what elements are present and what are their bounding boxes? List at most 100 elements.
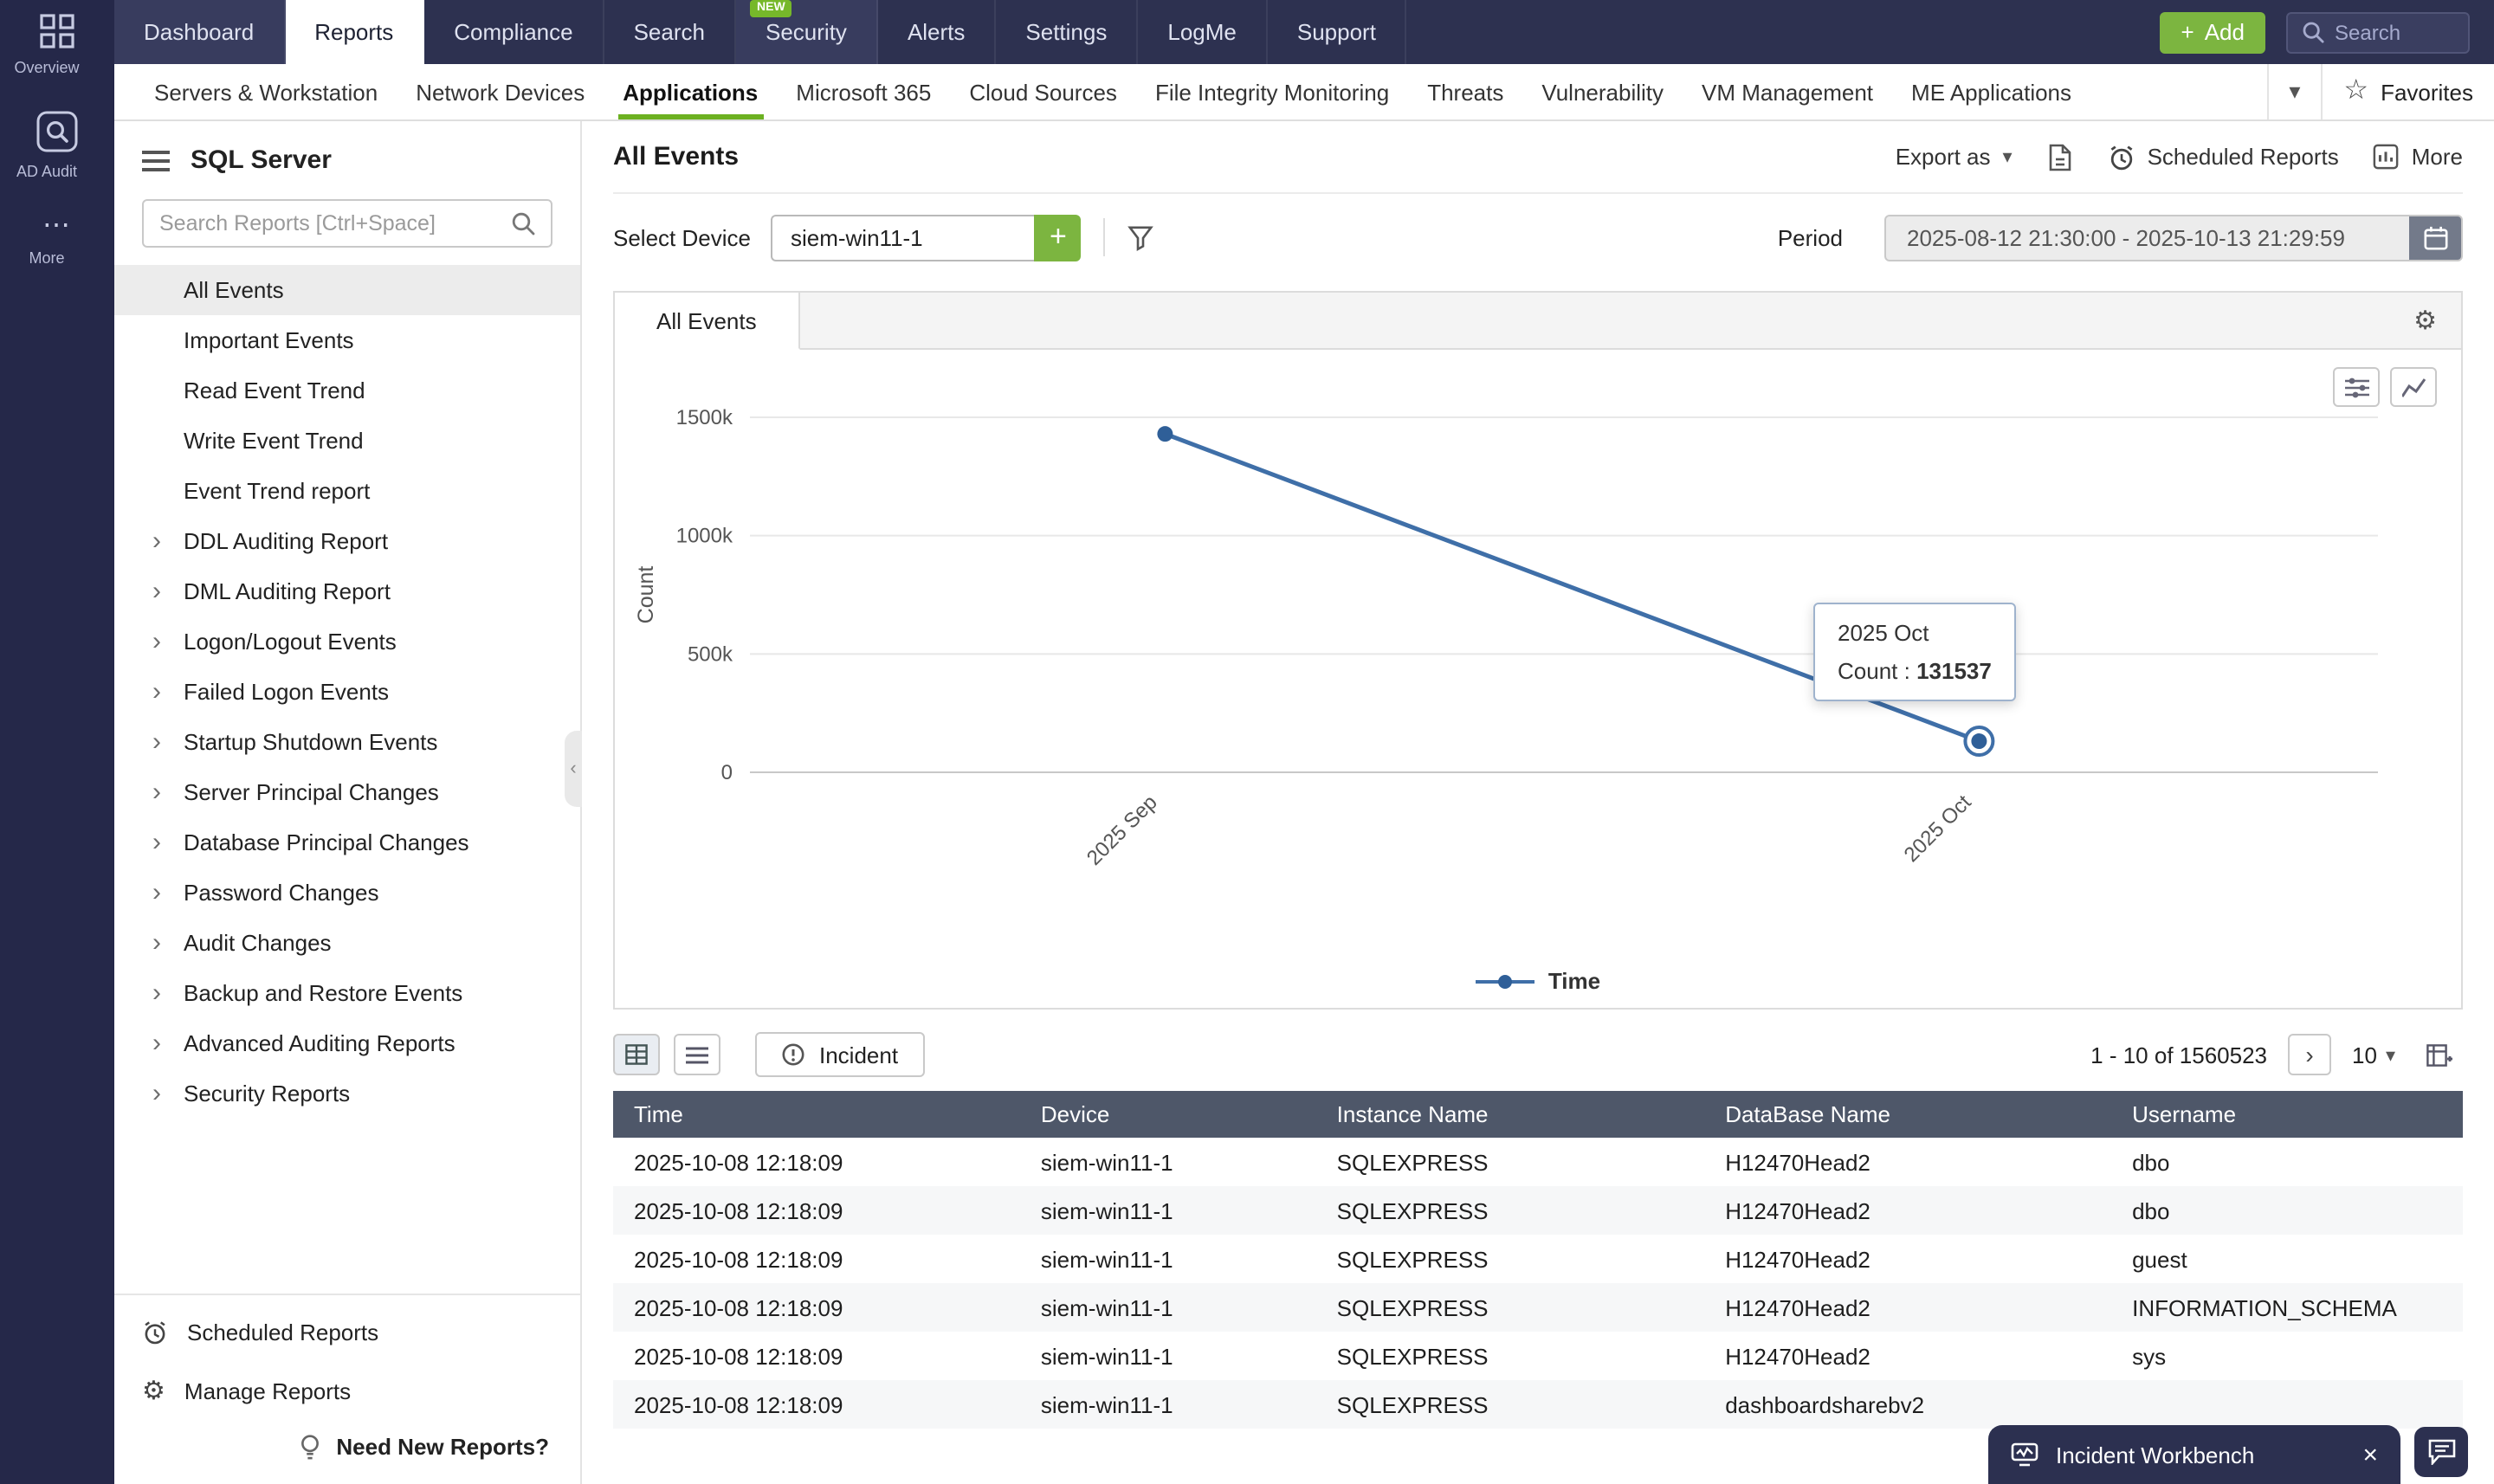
- chevron-right-icon: ›: [152, 929, 161, 955]
- report-item-logon-logout[interactable]: ›Logon/Logout Events: [114, 616, 580, 667]
- global-search-box[interactable]: [2286, 11, 2470, 53]
- top-nav-search[interactable]: Search: [604, 0, 736, 64]
- panel-settings-gear[interactable]: ⚙: [2413, 293, 2461, 348]
- report-item-database-principal[interactable]: ›Database Principal Changes: [114, 817, 580, 868]
- report-item-write-event-trend[interactable]: Write Event Trend: [114, 416, 580, 466]
- tab-all-events[interactable]: All Events: [615, 293, 800, 350]
- table-row[interactable]: 2025-10-08 12:18:09siem-win11-1SQLEXPRES…: [613, 1186, 2463, 1235]
- overview-grid-icon: [40, 14, 74, 48]
- top-nav-support[interactable]: Support: [1268, 0, 1407, 64]
- subnav-overflow-caret[interactable]: ▾: [2266, 64, 2321, 119]
- report-item-event-trend-report[interactable]: Event Trend report: [114, 466, 580, 516]
- table-row[interactable]: 2025-10-08 12:18:09siem-win11-1SQLEXPRES…: [613, 1138, 2463, 1186]
- calendar-icon: [2422, 224, 2448, 250]
- column-header-username[interactable]: Username: [2111, 1091, 2463, 1138]
- device-select[interactable]: siem-win11-1: [772, 214, 1035, 261]
- chart-settings-button[interactable]: [2333, 367, 2380, 407]
- scheduled-reports-button[interactable]: Scheduled Reports: [2108, 143, 2339, 171]
- page-size-select[interactable]: 10 ▾: [2352, 1042, 2395, 1068]
- column-header-device[interactable]: Device: [1020, 1091, 1316, 1138]
- report-search-box[interactable]: [142, 199, 552, 248]
- add-button[interactable]: + Add: [2161, 11, 2265, 53]
- top-nav-alerts[interactable]: Alerts: [878, 0, 996, 64]
- subnav-servers-workstation[interactable]: Servers & Workstation: [135, 64, 397, 119]
- report-list: All Events Important Events Read Event T…: [114, 265, 580, 1119]
- chat-button[interactable]: [2414, 1427, 2468, 1477]
- next-page-button[interactable]: ›: [2288, 1034, 2331, 1075]
- table-row[interactable]: 2025-10-08 12:18:09siem-win11-1SQLEXPRES…: [613, 1380, 2463, 1429]
- report-item-advanced-auditing[interactable]: ›Advanced Auditing Reports: [114, 1018, 580, 1068]
- list-view-button[interactable]: [674, 1034, 720, 1075]
- alarm-clock-icon: [142, 1319, 168, 1345]
- legend-label: Time: [1548, 968, 1600, 994]
- period-picker[interactable]: 2025-08-12 21:30:00 - 2025-10-13 21:29:5…: [1884, 214, 2463, 261]
- column-header-database-name[interactable]: DataBase Name: [1704, 1091, 2111, 1138]
- export-as-button[interactable]: Export as ▾: [1896, 144, 2013, 170]
- close-icon[interactable]: ×: [2362, 1442, 2378, 1468]
- column-header-time[interactable]: Time: [613, 1091, 1020, 1138]
- report-item-backup-restore[interactable]: ›Backup and Restore Events: [114, 968, 580, 1018]
- top-nav-reports[interactable]: Reports: [285, 0, 424, 64]
- grid-view-button[interactable]: [613, 1034, 660, 1075]
- more-actions-button[interactable]: More: [2374, 144, 2463, 170]
- subnav-vulnerability[interactable]: Vulnerability: [1522, 64, 1683, 119]
- rail-item-more[interactable]: ⋯ More: [29, 215, 85, 267]
- scheduled-reports-link[interactable]: Scheduled Reports: [114, 1302, 580, 1361]
- rail-item-ad-audit[interactable]: AD Audit: [16, 111, 98, 180]
- table-row[interactable]: 2025-10-08 12:18:09siem-win11-1SQLEXPRES…: [613, 1235, 2463, 1283]
- top-nav-logme[interactable]: LogMe: [1138, 0, 1268, 64]
- alarm-clock-icon: [2108, 143, 2135, 171]
- incident-workbench-bar[interactable]: Incident Workbench ×: [1988, 1425, 2400, 1484]
- report-search-input[interactable]: [159, 211, 501, 236]
- report-item-audit-changes[interactable]: ›Audit Changes: [114, 918, 580, 968]
- subnav-cloud-sources[interactable]: Cloud Sources: [950, 64, 1136, 119]
- chevron-right-icon: ›: [152, 678, 161, 704]
- report-item-failed-logon[interactable]: ›Failed Logon Events: [114, 667, 580, 717]
- top-nav-dashboard[interactable]: Dashboard: [114, 0, 285, 64]
- top-nav-compliance[interactable]: Compliance: [424, 0, 604, 64]
- chart-type-button[interactable]: [2390, 367, 2437, 407]
- subnav-microsoft-365[interactable]: Microsoft 365: [777, 64, 950, 119]
- report-item-all-events[interactable]: All Events: [114, 265, 580, 315]
- report-item-password-changes[interactable]: ›Password Changes: [114, 868, 580, 918]
- rail-item-overview[interactable]: Overview: [14, 14, 100, 76]
- subnav-applications[interactable]: Applications: [604, 64, 777, 119]
- subnav-me-applications[interactable]: ME Applications: [1892, 64, 2090, 119]
- column-header-instance-name[interactable]: Instance Name: [1316, 1091, 1705, 1138]
- rail-item-label: AD Audit: [16, 163, 77, 180]
- sidebar-collapse-handle[interactable]: ‹: [565, 731, 582, 807]
- manage-reports-link[interactable]: ⚙ Manage Reports: [114, 1361, 580, 1420]
- events-line-chart: 0500k1000k1500k2025 Sep2025 OctCount 202…: [615, 350, 2461, 1008]
- table-row[interactable]: 2025-10-08 12:18:09siem-win11-1SQLEXPRES…: [613, 1283, 2463, 1332]
- report-item-ddl-auditing[interactable]: ›DDL Auditing Report: [114, 516, 580, 566]
- subnav-network-devices[interactable]: Network Devices: [397, 64, 604, 119]
- global-search-input[interactable]: [2335, 20, 2449, 44]
- chart-legend[interactable]: Time: [615, 968, 2461, 994]
- report-item-important-events[interactable]: Important Events: [114, 315, 580, 365]
- top-nav-settings[interactable]: Settings: [996, 0, 1138, 64]
- report-item-startup-shutdown[interactable]: ›Startup Shutdown Events: [114, 717, 580, 767]
- report-item-read-event-trend[interactable]: Read Event Trend: [114, 365, 580, 416]
- table-row[interactable]: 2025-10-08 12:18:09siem-win11-1SQLEXPRES…: [613, 1332, 2463, 1380]
- subnav-threats[interactable]: Threats: [1408, 64, 1522, 119]
- subnav-vm-management[interactable]: VM Management: [1683, 64, 1892, 119]
- filter-funnel-icon[interactable]: [1128, 224, 1154, 250]
- search-icon: [2302, 21, 2324, 43]
- svg-text:500k: 500k: [688, 642, 733, 666]
- need-new-reports-link[interactable]: Need New Reports?: [114, 1420, 580, 1484]
- subnav-file-integrity-monitoring[interactable]: File Integrity Monitoring: [1136, 64, 1408, 119]
- top-nav-security[interactable]: NEW Security: [736, 0, 878, 64]
- svg-text:1000k: 1000k: [676, 525, 733, 548]
- favorites-button[interactable]: ☆ Favorites: [2321, 64, 2473, 119]
- events-table-section: Incident 1 - 10 of 1560523 › 10 ▾: [613, 1032, 2463, 1429]
- incident-button[interactable]: Incident: [755, 1032, 924, 1077]
- calendar-button[interactable]: [2409, 216, 2461, 259]
- export-schedule-button[interactable]: [2047, 143, 2073, 171]
- report-item-dml-auditing[interactable]: ›DML Auditing Report: [114, 566, 580, 616]
- report-item-security-reports[interactable]: ›Security Reports: [114, 1068, 580, 1119]
- add-device-button[interactable]: +: [1035, 214, 1082, 261]
- column-chooser-button[interactable]: [2416, 1034, 2463, 1075]
- select-device-label: Select Device: [613, 224, 751, 250]
- hamburger-menu-icon[interactable]: [142, 150, 170, 171]
- report-item-server-principal[interactable]: ›Server Principal Changes: [114, 767, 580, 817]
